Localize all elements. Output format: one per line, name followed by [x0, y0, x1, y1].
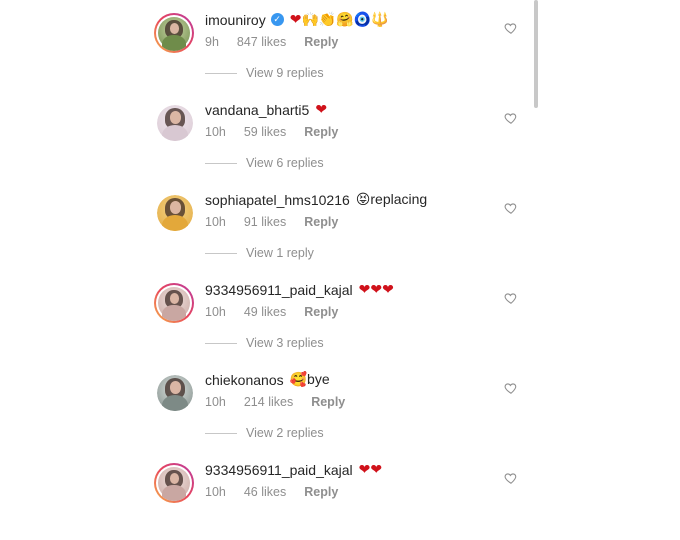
avatar[interactable] [157, 375, 193, 411]
heart-outline-icon[interactable] [504, 21, 518, 35]
like-count[interactable]: 46 likes [244, 485, 286, 499]
comment-meta: 10h 91 likes Reply [205, 215, 356, 229]
comment-header: imouniroy ✓ ❤🙌👏🤗🧿🔱 [205, 11, 389, 28]
avatar[interactable] [154, 463, 194, 503]
comment-time: 9h [205, 35, 219, 49]
comment-time: 10h [205, 395, 226, 409]
verified-badge-icon: ✓ [270, 13, 284, 26]
divider [205, 252, 237, 254]
comment-header: vandana_bharti5 ❤ [205, 101, 327, 118]
username-link[interactable]: chiekonanos [205, 372, 284, 388]
avatar[interactable] [157, 195, 193, 231]
comment-meta: 10h 46 likes Reply [205, 485, 356, 499]
comment-header: 9334956911_paid_kajal ❤❤❤ [205, 281, 394, 298]
comment-text: 🥰bye [289, 371, 330, 387]
comment-meta: 10h 49 likes Reply [205, 305, 356, 319]
username-link[interactable]: 9334956911_paid_kajal [205, 462, 353, 478]
comment-item: 9334956911_paid_kajal ❤❤ 10h 46 likes Reply [0, 450, 680, 540]
divider [205, 432, 237, 434]
like-count[interactable]: 59 likes [244, 125, 286, 139]
reply-button[interactable]: Reply [304, 125, 338, 139]
avatar[interactable] [154, 283, 194, 323]
view-replies-label: View 2 replies [246, 426, 324, 440]
comment-item: 9334956911_paid_kajal ❤❤❤ 10h 49 likes Reply… [0, 270, 680, 360]
comment-text: ❤ [315, 101, 328, 117]
avatar[interactable] [157, 105, 193, 141]
view-replies-button[interactable]: View 3 replies [205, 336, 324, 350]
divider [205, 162, 237, 164]
like-count[interactable]: 847 likes [237, 35, 286, 49]
comment-time: 10h [205, 215, 226, 229]
divider [205, 342, 237, 344]
avatar[interactable] [154, 13, 194, 53]
comment-item: chiekonanos 🥰bye 10h 214 likes Reply View 2 r… [0, 360, 680, 450]
comment-meta: 9h 847 likes Reply [205, 35, 356, 49]
view-replies-label: View 3 replies [246, 336, 324, 350]
avatar-photo [158, 17, 190, 51]
comment-header: chiekonanos 🥰bye [205, 371, 330, 388]
heart-outline-icon[interactable] [504, 291, 518, 305]
comment-text: 😝replacing [355, 191, 428, 207]
divider [205, 72, 237, 74]
comment-time: 10h [205, 305, 226, 319]
comment-text: ❤❤❤ [358, 281, 394, 297]
avatar-photo [158, 287, 190, 321]
avatar-photo [157, 105, 193, 141]
comment-text: ❤🙌👏🤗🧿🔱 [289, 11, 389, 27]
like-count[interactable]: 91 likes [244, 215, 286, 229]
username-link[interactable]: 9334956911_paid_kajal [205, 282, 353, 298]
comment-item: imouniroy ✓ ❤🙌👏🤗🧿🔱 9h 847 likes Reply View 9 r… [0, 0, 680, 90]
view-replies-button[interactable]: View 9 replies [205, 66, 324, 80]
like-count[interactable]: 214 likes [244, 395, 293, 409]
like-count[interactable]: 49 likes [244, 305, 286, 319]
reply-button[interactable]: Reply [304, 215, 338, 229]
comment-text: ❤❤ [358, 461, 383, 477]
view-replies-label: View 1 reply [246, 246, 314, 260]
comment-time: 10h [205, 485, 226, 499]
reply-button[interactable]: Reply [304, 485, 338, 499]
comment-header: sophiapatel_hms10216 😝replacing [205, 191, 427, 208]
view-replies-button[interactable]: View 2 replies [205, 426, 324, 440]
reply-button[interactable]: Reply [311, 395, 345, 409]
username-link[interactable]: vandana_bharti5 [205, 102, 309, 118]
view-replies-button[interactable]: View 1 reply [205, 246, 314, 260]
heart-outline-icon[interactable] [504, 381, 518, 395]
avatar-photo [158, 467, 190, 501]
comment-header: 9334956911_paid_kajal ❤❤ [205, 461, 382, 478]
comment-item: sophiapatel_hms10216 😝replacing 10h 91 like… [0, 180, 680, 270]
heart-outline-icon[interactable] [504, 471, 518, 485]
avatar-photo [157, 375, 193, 411]
username-link[interactable]: sophiapatel_hms10216 [205, 192, 350, 208]
reply-button[interactable]: Reply [304, 35, 338, 49]
view-replies-label: View 6 replies [246, 156, 324, 170]
heart-outline-icon[interactable] [504, 111, 518, 125]
view-replies-label: View 9 replies [246, 66, 324, 80]
comment-time: 10h [205, 125, 226, 139]
comment-meta: 10h 214 likes Reply [205, 395, 363, 409]
username-link[interactable]: imouniroy [205, 12, 266, 28]
reply-button[interactable]: Reply [304, 305, 338, 319]
avatar-photo [157, 195, 193, 231]
view-replies-button[interactable]: View 6 replies [205, 156, 324, 170]
comment-item: vandana_bharti5 ❤ 10h 59 likes Reply View 6 r… [0, 90, 680, 180]
comment-meta: 10h 59 likes Reply [205, 125, 356, 139]
heart-outline-icon[interactable] [504, 201, 518, 215]
